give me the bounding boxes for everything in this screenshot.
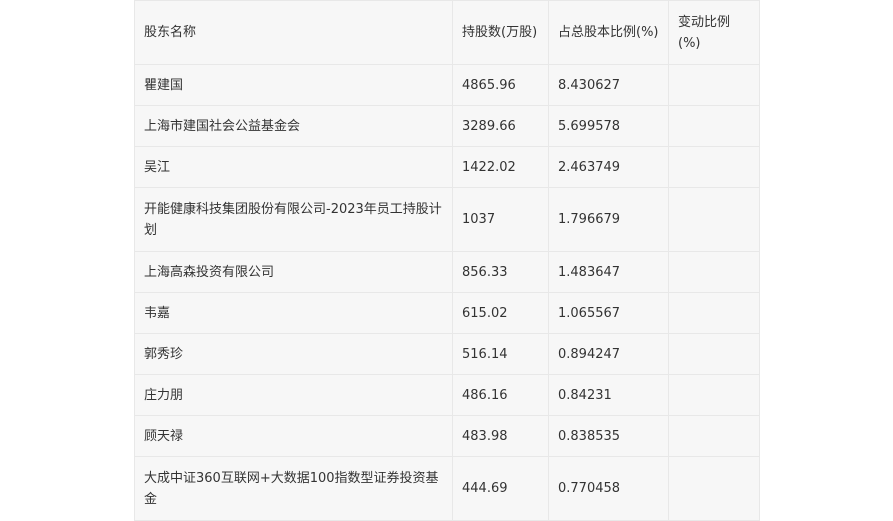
cell-change: [668, 415, 760, 457]
cell-change: [668, 374, 760, 416]
table-row: 上海市建国社会公益基金会 3289.66 5.699578: [134, 105, 760, 147]
cell-ratio: 0.894247: [548, 333, 669, 375]
cell-shares: 444.69: [452, 456, 549, 521]
cell-shares: 516.14: [452, 333, 549, 375]
cell-shareholder-name: 庄力朋: [134, 374, 453, 416]
table-row: 庄力朋 486.16 0.84231: [134, 374, 760, 416]
cell-shareholder-name: 顾天禄: [134, 415, 453, 457]
cell-shares: 1422.02: [452, 146, 549, 188]
cell-change: [668, 333, 760, 375]
cell-ratio: 8.430627: [548, 64, 669, 106]
cell-shareholder-name: 郭秀珍: [134, 333, 453, 375]
table-row: 韦嘉 615.02 1.065567: [134, 292, 760, 334]
cell-shareholder-name: 韦嘉: [134, 292, 453, 334]
cell-shares: 4865.96: [452, 64, 549, 106]
cell-change: [668, 456, 760, 521]
cell-shares: 483.98: [452, 415, 549, 457]
cell-shares: 856.33: [452, 251, 549, 293]
cell-ratio: 0.770458: [548, 456, 669, 521]
cell-change: [668, 292, 760, 334]
table-row: 瞿建国 4865.96 8.430627: [134, 64, 760, 106]
cell-change: [668, 105, 760, 147]
cell-shareholder-name: 吴江: [134, 146, 453, 188]
cell-ratio: 0.838535: [548, 415, 669, 457]
table-row: 开能健康科技集团股份有限公司-2023年员工持股计划 1037 1.796679: [134, 187, 760, 252]
cell-change: [668, 187, 760, 252]
cell-ratio: 5.699578: [548, 105, 669, 147]
shareholder-table: 股东名称 持股数(万股) 占总股本比例(%) 变动比例(%) 瞿建国 4865.…: [134, 0, 760, 521]
cell-ratio: 1.796679: [548, 187, 669, 252]
cell-change: [668, 146, 760, 188]
table-row: 上海高森投资有限公司 856.33 1.483647: [134, 251, 760, 293]
header-shares: 持股数(万股): [452, 0, 549, 65]
cell-ratio: 0.84231: [548, 374, 669, 416]
cell-shareholder-name: 上海市建国社会公益基金会: [134, 105, 453, 147]
cell-change: [668, 64, 760, 106]
cell-ratio: 2.463749: [548, 146, 669, 188]
cell-shares: 615.02: [452, 292, 549, 334]
cell-shares: 3289.66: [452, 105, 549, 147]
cell-shareholder-name: 上海高森投资有限公司: [134, 251, 453, 293]
table-row: 吴江 1422.02 2.463749: [134, 146, 760, 188]
cell-change: [668, 251, 760, 293]
header-change: 变动比例(%): [668, 0, 760, 65]
cell-shares: 1037: [452, 187, 549, 252]
cell-shareholder-name: 开能健康科技集团股份有限公司-2023年员工持股计划: [134, 187, 453, 252]
table-header-row: 股东名称 持股数(万股) 占总股本比例(%) 变动比例(%): [134, 0, 760, 65]
table-row: 大成中证360互联网+大数据100指数型证券投资基金 444.69 0.7704…: [134, 456, 760, 521]
table-row: 郭秀珍 516.14 0.894247: [134, 333, 760, 375]
cell-shareholder-name: 大成中证360互联网+大数据100指数型证券投资基金: [134, 456, 453, 521]
cell-ratio: 1.065567: [548, 292, 669, 334]
cell-shareholder-name: 瞿建国: [134, 64, 453, 106]
cell-shares: 486.16: [452, 374, 549, 416]
table-row: 顾天禄 483.98 0.838535: [134, 415, 760, 457]
cell-ratio: 1.483647: [548, 251, 669, 293]
header-shareholder-name: 股东名称: [134, 0, 453, 65]
shareholder-table-container: 股东名称 持股数(万股) 占总股本比例(%) 变动比例(%) 瞿建国 4865.…: [134, 0, 760, 521]
header-ratio: 占总股本比例(%): [548, 0, 669, 65]
